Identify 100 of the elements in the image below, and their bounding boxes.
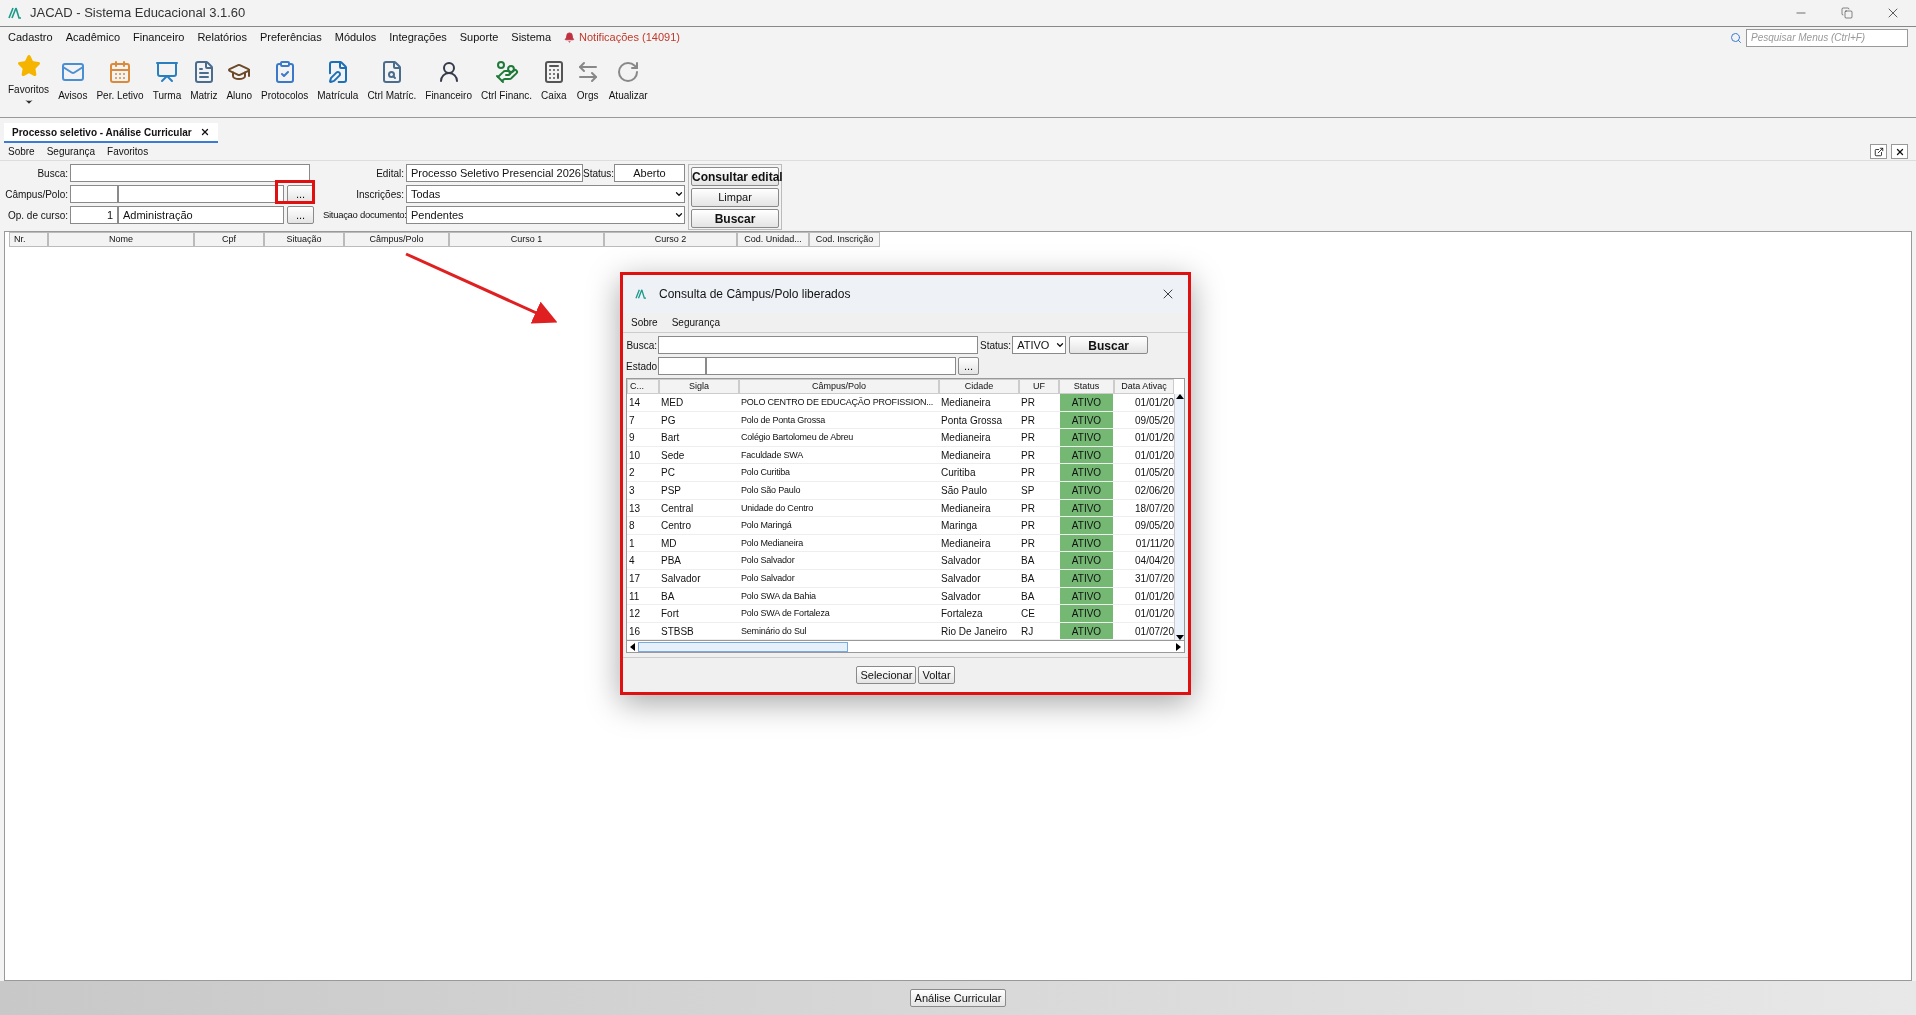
menu-item[interactable]: Financeiro: [133, 29, 185, 46]
toolbar-button[interactable]: Matriz: [190, 54, 218, 103]
browse-button[interactable]: ...: [958, 357, 979, 375]
column-header[interactable]: Sigla: [659, 379, 739, 394]
name-field[interactable]: Administração: [118, 206, 284, 224]
table-row[interactable]: 8 Centro Polo Maringá Maringa PR ATIVO 09/05/20: [627, 517, 1174, 535]
column-header[interactable]: Nr.: [9, 232, 48, 247]
dialog-button[interactable]: Voltar: [918, 666, 955, 685]
column-header[interactable]: Cpf: [194, 232, 264, 247]
toolbar-button[interactable]: Orgs: [575, 54, 600, 103]
toolbar-button[interactable]: Aluno: [226, 54, 252, 103]
menu-item[interactable]: Segurança: [46, 144, 96, 159]
edital-field[interactable]: Processo Seletivo Presencial 2026: [406, 164, 583, 182]
toolbar-button[interactable]: Matrícula: [317, 54, 359, 103]
code-field[interactable]: [70, 185, 118, 203]
search-field[interactable]: [658, 336, 978, 354]
menu-item[interactable]: Integrações: [389, 29, 447, 46]
search-button[interactable]: Buscar: [1069, 336, 1149, 354]
inscricoes-select[interactable]: Todas: [406, 185, 685, 203]
table-row[interactable]: 17 Salvador Polo Salvador Salvador BA ATIVO 31/07/20: [627, 569, 1174, 588]
column-header[interactable]: UF: [1019, 379, 1059, 394]
star-icon: [16, 54, 41, 78]
notifications-link[interactable]: Notificações (14091): [579, 29, 680, 46]
table-row[interactable]: 11 BA Polo SWA da Bahia Salvador BA ATIVO 01/01/20: [627, 587, 1174, 606]
code-field[interactable]: [658, 357, 706, 375]
toolbar-button[interactable]: Avisos: [58, 54, 88, 103]
table-cell-text: Polo Medianeira: [740, 536, 805, 550]
analise-curricular-button[interactable]: Análise Curricular: [909, 989, 1007, 1007]
toolbar-button[interactable]: Financeiro: [425, 54, 472, 103]
table-row[interactable]: 14 MED POLO CENTRO DE EDUCAÇÃO PROFISSION... Medianeira PR ATIVO 01/01/20: [627, 394, 1174, 412]
action-button[interactable]: Limpar: [691, 188, 779, 207]
vertical-scrollbar[interactable]: [1174, 394, 1184, 641]
menu-item[interactable]: Módulos: [334, 29, 377, 46]
menu-item[interactable]: Segurança: [671, 315, 721, 330]
table-cell-text: Polo Salvador: [740, 554, 796, 568]
menu-item[interactable]: Favoritos: [107, 144, 149, 159]
menu-item[interactable]: Cadastro: [8, 29, 53, 46]
table-cell-text: Centro: [660, 519, 692, 534]
table-row[interactable]: 7 PG Polo de Ponta Grossa Ponta Grossa PR ATIVO 09/05/20: [627, 411, 1174, 430]
table-cell-text: Ponta Grossa: [940, 413, 1004, 428]
name-field[interactable]: [706, 357, 956, 375]
toolbar-button[interactable]: Ctrl Financ.: [481, 54, 533, 103]
table-row[interactable]: 2 PC Polo Curitiba Curitiba PR ATIVO 01/05/20: [627, 464, 1174, 482]
menu-item[interactable]: Preferências: [259, 29, 322, 46]
browse-button[interactable]: ...: [287, 206, 314, 224]
action-button[interactable]: Buscar: [691, 208, 779, 228]
toolbar-button[interactable]: Favoritos: [8, 54, 50, 107]
table-row[interactable]: 16 STBSB Seminário do Sul Rio De Janeiro RJ ATIVO 01/07/20: [627, 622, 1174, 641]
status-field[interactable]: Aberto: [614, 164, 685, 182]
search-field[interactable]: [70, 164, 310, 182]
menu-item[interactable]: Relatórios: [197, 29, 247, 46]
column-header[interactable]: Câmpus/Polo: [344, 232, 449, 247]
toolbar-button[interactable]: Per. Letivo: [96, 54, 144, 103]
table-row[interactable]: 13 Central Unidade do Centro Medianeira PR ATIVO 18/07/20: [627, 499, 1174, 518]
dialog-button[interactable]: Selecionar: [856, 666, 917, 685]
menu-item[interactable]: Sobre: [8, 144, 35, 159]
detach-button[interactable]: [1870, 144, 1887, 159]
table-row[interactable]: 10 Sede Faculdade SWA Medianeira PR ATIVO 01/01/20: [627, 446, 1174, 465]
toolbar-button[interactable]: Protocolos: [261, 54, 309, 103]
toolbar-button[interactable]: Atualizar: [608, 54, 648, 103]
column-header[interactable]: Status: [1059, 379, 1114, 394]
table-cell-text: Polo de Ponta Grossa: [740, 413, 827, 427]
menu-item[interactable]: Sobre: [631, 315, 658, 330]
menu-item[interactable]: Acadêmico: [65, 29, 121, 46]
toolbar-button[interactable]: Caixa: [541, 54, 567, 103]
table-cell: ATIVO: [1059, 605, 1114, 622]
status-select[interactable]: ATIVO: [1012, 336, 1067, 354]
table-row[interactable]: 9 Bart Colégio Bartolomeu de Abreu Medianeira PR ATIVO 01/01/20: [627, 429, 1174, 447]
column-header[interactable]: Situação: [264, 232, 344, 247]
table-row[interactable]: 3 PSP Polo São Paulo São Paulo SP ATIVO 02/06/20: [627, 481, 1174, 500]
column-header[interactable]: Curso 2: [604, 232, 737, 247]
column-header[interactable]: Câmpus/Polo: [739, 379, 939, 394]
table-cell-text: RJ: [1020, 624, 1035, 639]
horizontal-scrollbar[interactable]: [627, 640, 1184, 653]
table-cell-text: Salvador: [940, 554, 982, 569]
field-label: Edital:: [375, 166, 405, 181]
table-row[interactable]: 1 MD Polo Medianeira Medianeira PR ATIVO 01/11/20: [627, 534, 1174, 553]
column-header[interactable]: Cidade: [939, 379, 1019, 394]
table-cell-text: Fortaleza: [940, 607, 984, 622]
situacao-select[interactable]: Pendentes: [406, 206, 685, 224]
table-cell-text: Polo SWA de Fortaleza: [740, 607, 831, 621]
table-row[interactable]: 4 PBA Polo Salvador Salvador BA ATIVO 04/04/20: [627, 552, 1174, 570]
toolbar-button[interactable]: Ctrl Matríc.: [367, 54, 417, 103]
close-button[interactable]: [1891, 144, 1908, 159]
column-header[interactable]: Cod. Inscrição: [809, 232, 880, 247]
code-field[interactable]: 1: [70, 206, 118, 224]
menu-search-field[interactable]: Pesquisar Menus (Ctrl+F): [1746, 28, 1908, 47]
column-header[interactable]: Nome: [48, 232, 194, 247]
column-header[interactable]: Cod. Unidad...: [737, 232, 809, 247]
table-cell-text: Seminário do Sul: [740, 624, 808, 638]
document-tab[interactable]: Processo seletivo - Análise Curricular: [4, 123, 218, 143]
toolbar-button[interactable]: Turma: [152, 54, 182, 103]
menu-item[interactable]: Suporte: [459, 29, 499, 46]
table-row[interactable]: 12 Fort Polo SWA de Fortaleza Fortaleza CE ATIVO 01/01/20: [627, 605, 1174, 623]
column-header[interactable]: C...: [627, 379, 659, 394]
name-field[interactable]: [118, 185, 284, 203]
menu-item[interactable]: Sistema: [511, 29, 552, 46]
table-cell-text: MD: [660, 536, 678, 551]
column-header[interactable]: Data Ativaç: [1114, 379, 1174, 394]
column-header[interactable]: Curso 1: [449, 232, 604, 247]
